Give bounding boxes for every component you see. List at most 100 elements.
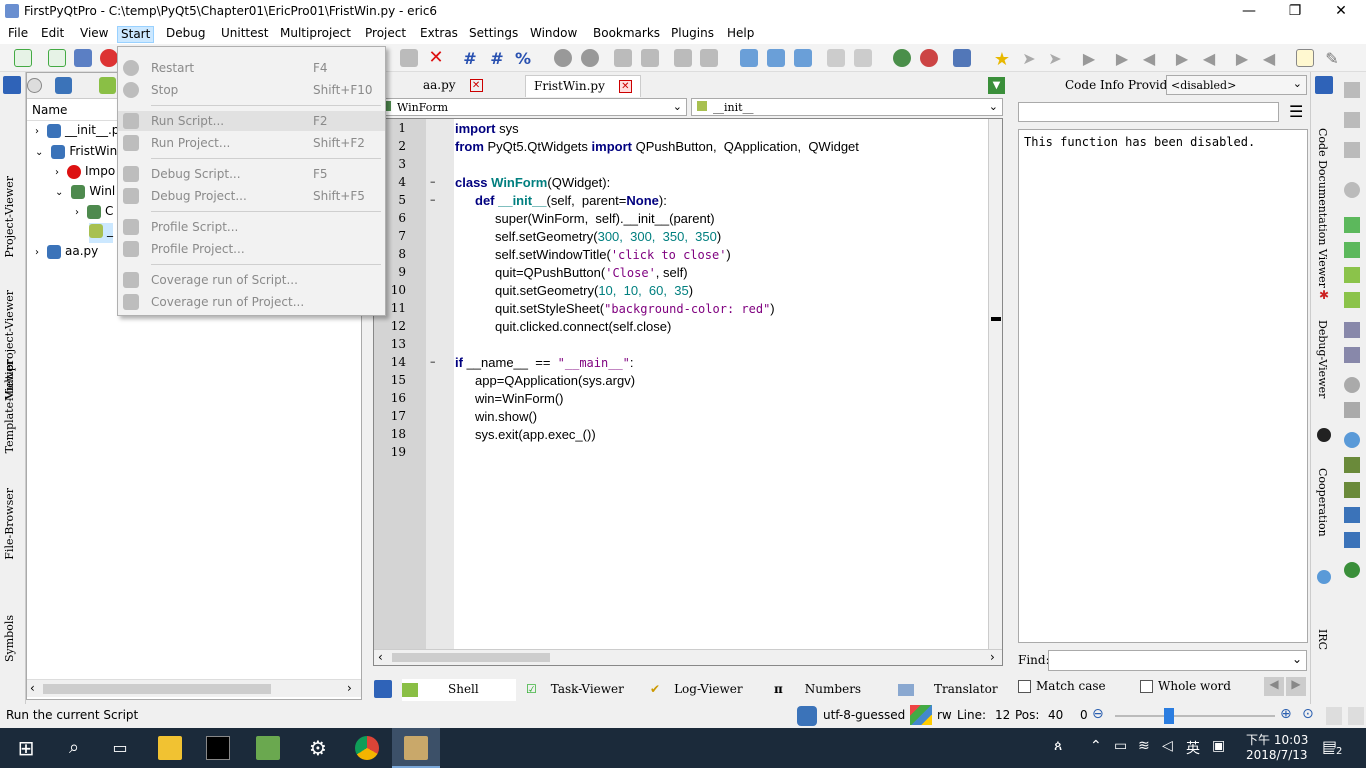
qt-icon[interactable] (1344, 267, 1360, 283)
qt-icon[interactable] (1344, 217, 1360, 233)
tab-fristwin-py[interactable]: FristWin.py ✕ (525, 75, 641, 97)
wifi-icon[interactable]: ≋ (1138, 738, 1150, 754)
hash-toggle-icon[interactable]: # (488, 49, 506, 68)
menu-item-debug-script[interactable]: Debug Script... F5 (118, 164, 385, 184)
tree-row[interactable]: › Impo (55, 164, 115, 184)
tool-icon[interactable] (1344, 402, 1360, 418)
editor-hscroll[interactable]: ‹ › (374, 649, 1002, 665)
bookmark-next-icon[interactable] (767, 49, 785, 67)
tab-code-documentation-viewer[interactable]: Code Documentation Viewer (1316, 128, 1329, 288)
menu-view[interactable]: View (77, 26, 111, 43)
fold-marker[interactable]: – (430, 175, 436, 188)
scroll-thumb[interactable] (392, 653, 550, 662)
tab-template-viewer[interactable]: Template-Viewer (3, 360, 16, 453)
tab-shell[interactable]: Shell (402, 679, 516, 701)
radio-icon[interactable] (27, 78, 42, 93)
bookmark-clear-icon[interactable] (794, 49, 812, 67)
tool-icon[interactable] (1344, 322, 1360, 338)
delete-icon[interactable]: ✕ (427, 49, 445, 67)
download-red-icon[interactable] (920, 49, 938, 67)
close-tab-icon[interactable]: ✕ (469, 79, 483, 92)
hash-icon[interactable]: # (461, 49, 479, 68)
scroll-thumb[interactable] (43, 684, 271, 694)
minimize-button[interactable]: — (1226, 0, 1272, 24)
scroll-thumb[interactable] (991, 317, 1001, 321)
whole-word-checkbox[interactable] (1140, 680, 1153, 693)
zoom-reset-icon[interactable]: ⊙ (1302, 706, 1314, 722)
zoom-in-icon[interactable]: ⊕ (1280, 706, 1292, 722)
arrow-back2-icon[interactable]: ◀ (1200, 49, 1218, 68)
terminal-icon[interactable] (206, 736, 230, 760)
tool-icon[interactable] (1344, 532, 1360, 548)
tab-irc[interactable]: IRC (1316, 629, 1329, 650)
stop-icon[interactable] (581, 49, 599, 67)
menu-item-restart[interactable]: Restart F4 (118, 58, 385, 78)
file-explorer-icon[interactable] (158, 736, 182, 760)
menu-bookmarks[interactable]: Bookmarks (590, 26, 663, 43)
tab-task-viewer[interactable]: ☑ Task-Viewer (526, 679, 624, 701)
zoom-slider[interactable] (1115, 715, 1275, 717)
menu-item-run-project[interactable]: Run Project... Shift+F2 (118, 133, 385, 153)
tab-list-icon[interactable]: ▼ (988, 77, 1005, 94)
monitor-icon[interactable] (953, 49, 971, 67)
filter-icon[interactable] (1315, 76, 1333, 94)
search-icon[interactable]: ⌕ (62, 736, 86, 760)
windows-start-icon[interactable]: ⊞ (14, 736, 38, 760)
filter-icon[interactable] (374, 680, 392, 698)
qt-icon[interactable] (1344, 242, 1360, 258)
find-input[interactable]: ⌄ (1048, 650, 1307, 671)
tool-icon[interactable] (1344, 562, 1360, 578)
tree-row[interactable]: ⌄ Winl (55, 184, 115, 204)
doc-tool-icon[interactable] (1344, 112, 1360, 128)
fold-marker[interactable]: – (430, 355, 436, 368)
tool-icon[interactable] (1344, 507, 1360, 523)
find-next-button[interactable]: ▶ (1286, 677, 1306, 696)
menu-debug[interactable]: Debug (163, 26, 208, 43)
menu-help[interactable]: Help (724, 26, 757, 43)
arrow-back-icon[interactable]: ◀ (1140, 49, 1158, 68)
scroll-left-arrow[interactable]: ‹ (378, 650, 383, 664)
filter-icon[interactable] (3, 76, 21, 94)
people-icon[interactable]: ጰ (1054, 738, 1062, 754)
menu-item-coverage-project[interactable]: Coverage run of Project... (118, 292, 385, 312)
tree-row[interactable]: › aa.py (35, 244, 98, 264)
arrow-right2-icon[interactable]: ▶ (1173, 49, 1191, 68)
match-case-checkbox[interactable] (1018, 680, 1031, 693)
tree-row[interactable]: _ (89, 223, 113, 243)
doc-search-input[interactable] (1018, 102, 1279, 122)
close-file-icon[interactable] (100, 49, 118, 67)
paste-icon[interactable] (400, 49, 418, 67)
chevron-up-icon[interactable]: ⌃ (1090, 738, 1102, 754)
close-button[interactable]: ✕ (1318, 0, 1364, 24)
zoom-icon[interactable] (674, 49, 692, 67)
method-combo[interactable]: __init__ ⌄ (691, 98, 1003, 116)
editor-vscroll[interactable] (988, 119, 1002, 649)
download-icon[interactable] (893, 49, 911, 67)
menu-plugins[interactable]: Plugins (668, 26, 717, 43)
tab-translator[interactable]: Translator (898, 679, 998, 701)
menu-file[interactable]: File (5, 26, 31, 43)
menu-project[interactable]: Project (362, 26, 409, 43)
bookmark-add-icon[interactable] (740, 49, 758, 67)
tab-file-browser[interactable]: File-Browser (3, 488, 16, 560)
tree-row[interactable]: › C (75, 204, 113, 224)
tool-icon[interactable] (1344, 347, 1360, 363)
scroll-right-arrow[interactable]: › (990, 650, 995, 664)
new-window-icon[interactable] (48, 49, 66, 67)
pencil2-icon[interactable]: ✎ (1323, 49, 1341, 68)
qt-icon[interactable] (1344, 292, 1360, 308)
print-icon[interactable] (614, 49, 632, 67)
menu-start[interactable]: Start (117, 26, 155, 43)
task-view-icon[interactable]: ▭ (108, 736, 132, 760)
settings-icon[interactable]: ⚙ (306, 736, 330, 760)
code-editor[interactable]: import sys from PyQt5.QtWidgets import Q… (373, 118, 1003, 666)
close-tab-icon[interactable]: ✕ (618, 80, 632, 93)
undo-icon[interactable] (554, 49, 572, 67)
network-icon[interactable]: ▭ (1114, 738, 1127, 754)
tab-aa-py[interactable]: aa.py ✕ (415, 75, 491, 97)
tool-icon[interactable] (1344, 482, 1360, 498)
arrow-right-icon[interactable]: ▶ (1080, 49, 1098, 68)
arrow-right3-icon[interactable]: ▶ (1233, 49, 1251, 68)
tool-icon[interactable] (1344, 432, 1360, 448)
doc-tool-icon[interactable] (1344, 82, 1360, 98)
